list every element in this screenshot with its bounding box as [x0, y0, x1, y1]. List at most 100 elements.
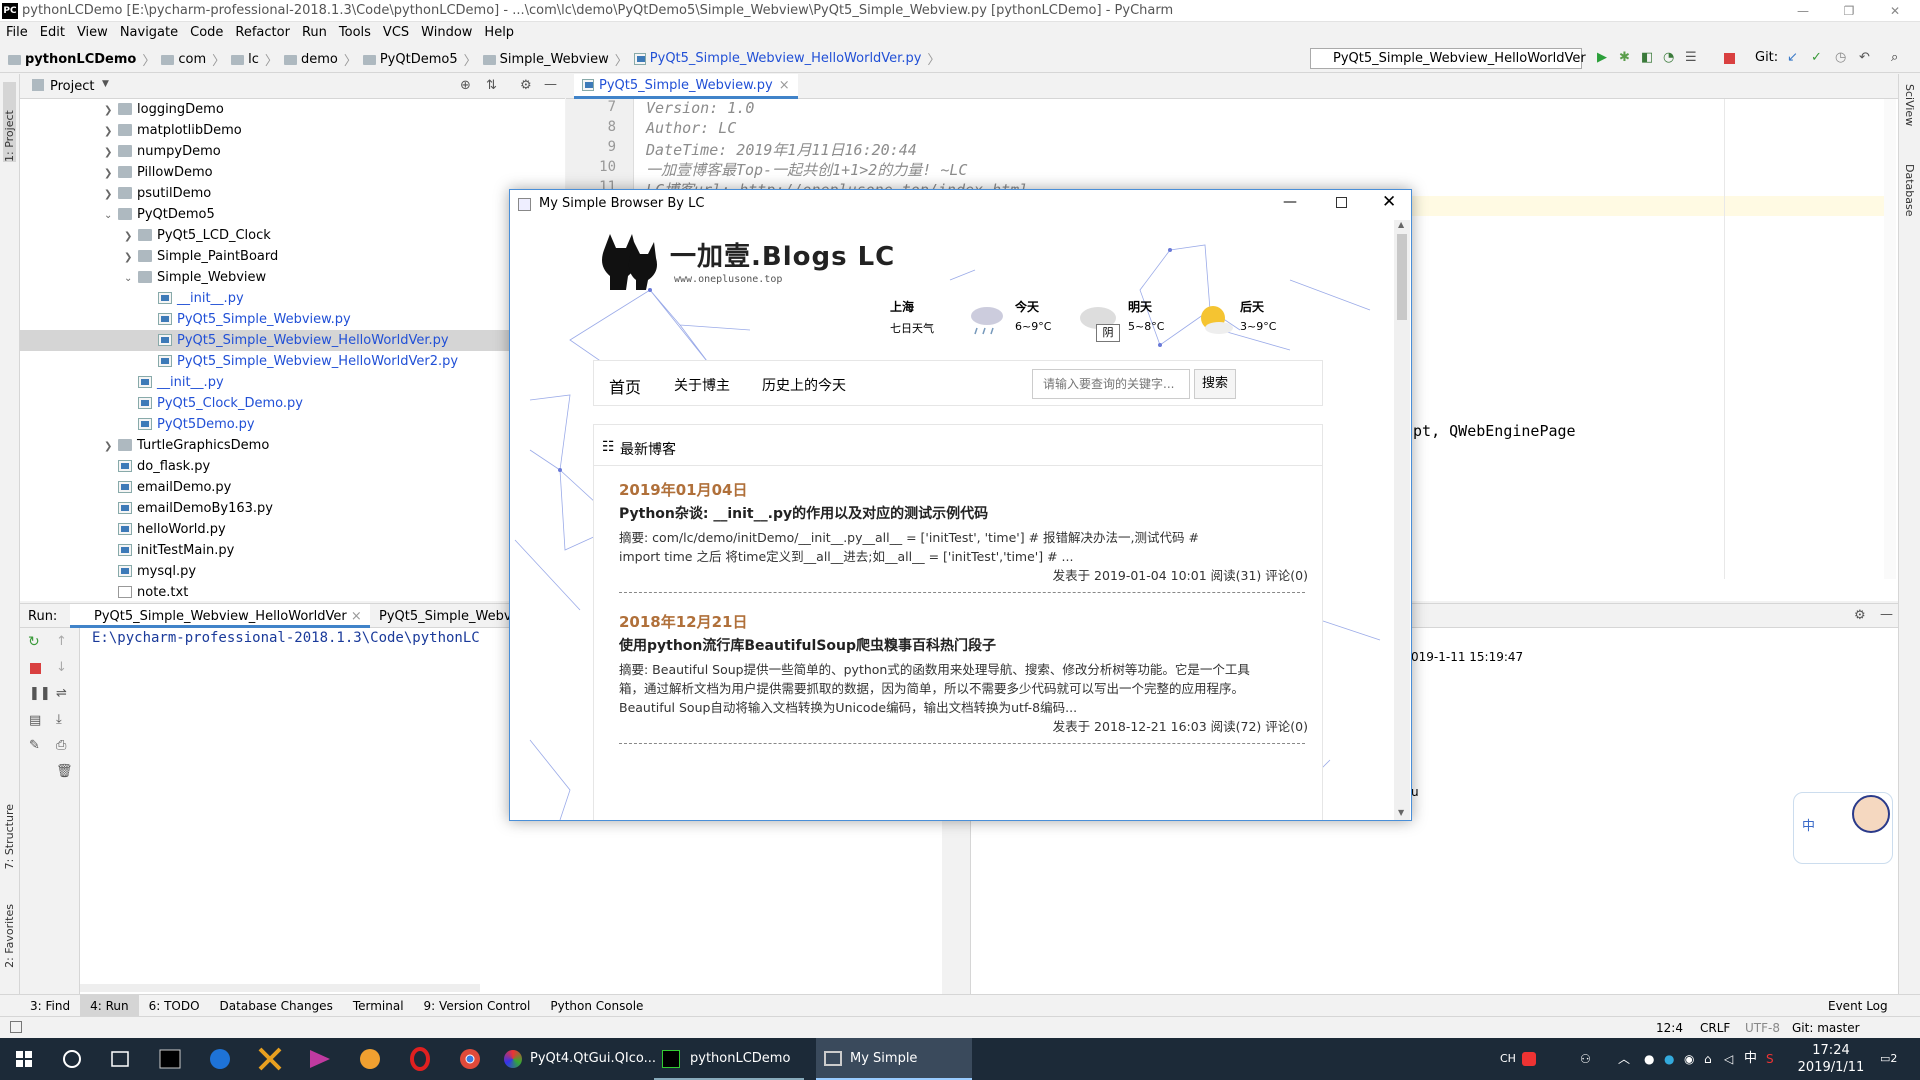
search-input[interactable] [1032, 369, 1190, 399]
nav-home[interactable]: 首页 [609, 374, 641, 398]
chevron-right-icon[interactable]: ❯ [104, 142, 118, 163]
web-view[interactable]: 一加壹.Blogs LC www.oneplusone.top 上海 七日天气 … [510, 220, 1411, 820]
tree-file-item[interactable]: PyQt5_Simple_Webview_HelloWorldVer.py [20, 330, 565, 351]
menu-edit[interactable]: Edit [34, 22, 71, 40]
file-encoding[interactable]: UTF-8 [1745, 1021, 1780, 1035]
chevron-down-icon[interactable]: ▼ [102, 79, 109, 89]
down-icon[interactable]: ↓ [56, 660, 67, 675]
tree-file-item[interactable]: do_flask.py [20, 456, 565, 477]
menu-window[interactable]: Window [415, 22, 478, 40]
hide-icon[interactable]: — [1880, 607, 1893, 622]
caret-position[interactable]: 12:4 [1656, 1021, 1683, 1035]
tree-folder-item[interactable]: ⌄ Simple_Webview [20, 267, 565, 288]
search-everywhere-icon[interactable]: ⌕ [1891, 50, 1905, 65]
horizontal-scrollbar[interactable] [80, 984, 480, 992]
tree-file-item[interactable]: initTestMain.py [20, 540, 565, 561]
editor-tab-active[interactable]: PyQt5_Simple_Webview.py × [574, 74, 798, 99]
breadcrumb-demo[interactable]: demo 〉 [283, 45, 357, 74]
chrome-icon[interactable] [446, 1038, 494, 1080]
structure-tool-tab[interactable]: 7: Structure [3, 804, 16, 869]
favorites-tool-tab[interactable]: 2: Favorites [3, 904, 16, 968]
tree-folder-item[interactable]: ❯ TurtleGraphicsDemo [20, 435, 565, 456]
menu-help[interactable]: Help [478, 22, 520, 40]
ime-mode-tray[interactable]: 中 [1744, 1038, 1757, 1080]
breadcrumb-pyqtdemo5[interactable]: PyQtDemo5 〉 [362, 45, 477, 74]
minimize-icon[interactable]: — [1283, 194, 1297, 210]
layout-icon[interactable]: ▤ [29, 713, 41, 728]
trash-icon[interactable]: 🗑 [56, 764, 73, 779]
tool-tab-find[interactable]: 3: Find [20, 995, 80, 1017]
gear-icon[interactable]: ⚙ [1854, 608, 1866, 623]
locate-icon[interactable]: ⊕ [460, 78, 471, 93]
tool-tab-run[interactable]: 4: Run [80, 995, 139, 1017]
chevron-right-icon[interactable]: ❯ [124, 226, 138, 247]
task-view-icon[interactable] [96, 1038, 144, 1080]
search-button[interactable]: 搜索 [1194, 369, 1236, 399]
web-scrollbar[interactable]: ▲ ▼ [1394, 220, 1410, 820]
line-separator[interactable]: CRLF [1700, 1021, 1730, 1035]
maximize-icon[interactable] [1336, 197, 1347, 208]
git-history-icon[interactable]: ◷ [1835, 50, 1849, 65]
notification-icon[interactable]: ▭2 [1880, 1038, 1897, 1080]
chevron-right-icon[interactable]: ❯ [104, 163, 118, 184]
up-icon[interactable]: ↑ [56, 634, 67, 649]
chrome-tray-icon[interactable]: ◉ [1684, 1038, 1694, 1080]
chevron-down-icon[interactable]: ⌄ [104, 205, 118, 226]
git-revert-icon[interactable]: ↶ [1859, 50, 1873, 65]
post-title[interactable]: Python杂谈: __init__.py的作用以及对应的测试示例代码 [619, 503, 988, 523]
breadcrumb-file[interactable]: PyQt5_Simple_Webview_HelloWorldVer.py 〉 [633, 44, 940, 73]
tree-file-item[interactable]: emailDemo.py [20, 477, 565, 498]
tree-file-item[interactable]: __init__.py [20, 372, 565, 393]
close-icon[interactable]: ✕ [1872, 0, 1918, 22]
tree-folder-item[interactable]: ❯ loggingDemo [20, 99, 565, 120]
firefox-icon[interactable] [346, 1038, 394, 1080]
tree-file-item[interactable]: PyQt5_Simple_Webview.py [20, 309, 565, 330]
tree-folder-item[interactable]: ⌄ PyQtDemo5 [20, 204, 565, 225]
tree-file-item[interactable]: __init__.py [20, 288, 565, 309]
close-icon[interactable]: ✕ [1382, 192, 1396, 212]
hide-icon[interactable]: — [544, 77, 557, 92]
menu-vcs[interactable]: VCS [377, 22, 415, 40]
clock[interactable]: 17:24 2019/1/11 [1796, 1038, 1866, 1080]
restore-icon[interactable]: ❐ [1826, 0, 1872, 22]
tree-file-item[interactable]: helloWorld.py [20, 519, 565, 540]
breadcrumb-com[interactable]: com 〉 [161, 45, 225, 74]
network-icon[interactable]: ⌂ [1704, 1038, 1712, 1080]
close-tab-icon[interactable]: × [779, 78, 790, 93]
xftp-icon[interactable] [246, 1038, 294, 1080]
project-tool-tab[interactable]: 1: Project [3, 82, 16, 162]
soft-wrap-icon[interactable]: ⇌ [56, 686, 67, 701]
chevron-down-icon[interactable]: ⌄ [124, 268, 138, 289]
run-icon[interactable]: ▶ [1597, 50, 1611, 65]
tree-file-item[interactable]: PyQt5_Clock_Demo.py [20, 393, 565, 414]
taskbar-app-pycharm[interactable]: pythonLCDemo [... [654, 1038, 804, 1080]
menu-tools[interactable]: Tools [333, 22, 377, 40]
nav-about[interactable]: 关于博主 [674, 375, 730, 395]
breadcrumb-simple-webview[interactable]: Simple_Webview 〉 [482, 45, 628, 74]
qq-icon[interactable]: ● [1664, 1038, 1674, 1080]
start-button[interactable] [0, 1038, 48, 1080]
pause-icon[interactable]: ❚❚ [29, 686, 51, 701]
tree-file-item[interactable]: note.txt [20, 582, 565, 601]
cmd-icon[interactable] [146, 1038, 194, 1080]
ime-mascot-widget[interactable]: 中 [1793, 792, 1893, 864]
tree-folder-item[interactable]: ❯ psutilDemo [20, 183, 565, 204]
coverage-icon[interactable]: ◧ [1641, 50, 1655, 65]
tool-tab-python-console[interactable]: Python Console [540, 995, 653, 1017]
tree-folder-item[interactable]: ❯ Simple_PaintBoard [20, 246, 565, 267]
tree-folder-item[interactable]: ❯ PyQt5_LCD_Clock [20, 225, 565, 246]
sogou-icon[interactable] [1522, 1038, 1540, 1080]
print-icon[interactable]: ⎙ [56, 738, 66, 753]
cortana-icon[interactable] [48, 1038, 96, 1080]
tool-tab-database-changes[interactable]: Database Changes [210, 995, 343, 1017]
chevron-right-icon[interactable]: ❯ [104, 121, 118, 142]
tree-folder-item[interactable]: ❯ PillowDemo [20, 162, 565, 183]
breadcrumb-lc[interactable]: lc 〉 [231, 45, 278, 74]
post-title[interactable]: 使用python流行库BeautifulSoup爬虫糗事百科热门段子 [619, 635, 996, 655]
minimize-icon[interactable]: — [1780, 0, 1826, 22]
git-update-icon[interactable]: ↙ [1787, 50, 1801, 65]
menu-view[interactable]: View [71, 22, 114, 40]
tree-file-item[interactable]: mysql.py [20, 561, 565, 582]
ime-indicator[interactable]: CH [1500, 1038, 1516, 1080]
pin-icon[interactable]: ✎ [29, 738, 40, 753]
